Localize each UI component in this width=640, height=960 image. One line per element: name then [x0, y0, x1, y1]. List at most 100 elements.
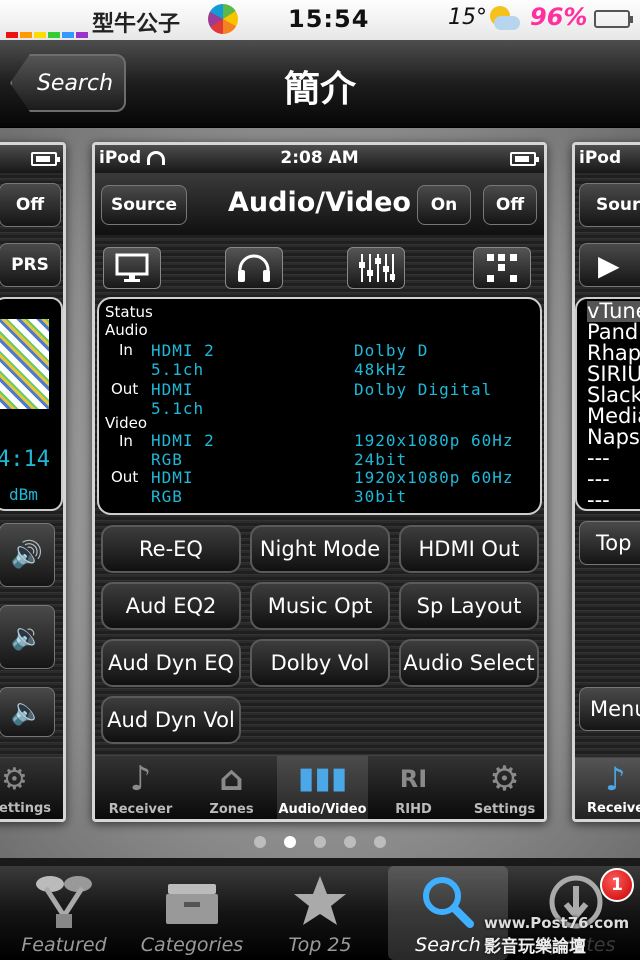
volume-mid-icon: 🔉: [0, 605, 55, 669]
device-tab-bar: ♪ Receiver ⌂ Zones ▮▮▮ Audio/Video RI RI…: [95, 755, 544, 819]
aud-eq2-button[interactable]: Aud EQ2: [101, 582, 241, 630]
audio-label: Audio: [105, 321, 148, 339]
temperature: 15°: [448, 5, 487, 30]
status-panel: Status Audio In HDMI 2 5.1ch Dolby D 48k…: [97, 297, 542, 515]
screenshot-next[interactable]: iPod Sourc ▶ vTune Pand Rhap SIRIU Slack…: [572, 142, 640, 822]
sp-layout-button[interactable]: Sp Layout: [399, 582, 539, 630]
source-list-item: Pand: [587, 320, 639, 344]
status-label: Status: [105, 303, 153, 321]
weather-icon: [488, 6, 520, 32]
screenshot-previous[interactable]: Off PRS 4:14 dBm 🔊 🔉 🔈 ⚙ ettings: [0, 142, 66, 822]
clock: 15:54: [288, 5, 370, 33]
page-dot-active: [284, 836, 296, 848]
hdmi-out-button[interactable]: HDMI Out: [399, 525, 539, 573]
tab-zones[interactable]: ⌂ Zones: [186, 756, 277, 819]
album-panel-partial: 4:14 dBm: [0, 297, 63, 511]
apple-logo-icon: [208, 4, 238, 34]
device-battery-icon: [510, 152, 539, 166]
video-in-label: In: [119, 432, 133, 450]
tab-settings-label: Settings: [473, 802, 536, 817]
page-dot: [374, 836, 386, 848]
star-icon: [294, 876, 346, 925]
tab-zones-label: Zones: [209, 802, 254, 817]
updates-badge: 1: [600, 868, 634, 902]
tab-receiver[interactable]: ♪ Receiver: [95, 756, 186, 819]
house-icon: ⌂: [219, 759, 244, 799]
monitor-icon[interactable]: [103, 247, 161, 289]
page-dot: [254, 836, 266, 848]
bar-graph-icon: ▮▮▮: [297, 761, 348, 796]
page-indicator[interactable]: [0, 836, 640, 852]
night-mode-button[interactable]: Night Mode: [250, 525, 390, 573]
video-label: Video: [105, 414, 148, 432]
source-button-partial: Sourc: [579, 183, 640, 227]
video-in-color: RGB: [151, 450, 183, 469]
volume-low-icon: 🔈: [0, 687, 55, 737]
tab-featured-label: Featured: [21, 934, 107, 956]
av-toolbar: [95, 237, 544, 293]
video-in-source: HDMI 2: [151, 431, 215, 450]
audio-out-source: HDMI: [151, 380, 194, 399]
tab-rihd[interactable]: RI RIHD: [368, 756, 459, 819]
volume-high-icon: 🔊: [0, 523, 55, 587]
source-list-item: ---: [587, 488, 610, 512]
aud-dyn-eq-button[interactable]: Aud Dyn EQ: [101, 639, 241, 687]
tab-categories[interactable]: Categories: [132, 866, 252, 960]
tab-settings[interactable]: ⚙ Settings: [459, 756, 544, 819]
source-list-item: Rhap: [587, 341, 640, 365]
status-bar: 型牛公子 15:54 15° 96%: [0, 0, 640, 40]
re-eq-button[interactable]: Re-EQ: [101, 525, 241, 573]
signal-dbm: dBm: [9, 485, 38, 504]
device-time: 2:08 AM: [280, 148, 359, 168]
audio-out-format: Dolby Digital: [354, 380, 493, 399]
search-icon: [423, 877, 474, 928]
settings-gear-icon: ⚙: [1, 762, 28, 797]
music-opt-button[interactable]: Music Opt: [250, 582, 390, 630]
source-list-partial: vTune Pand Rhap SIRIU Slack Media Naps -…: [575, 297, 640, 511]
track-time: 4:14: [0, 447, 50, 472]
dolby-vol-button[interactable]: Dolby Vol: [250, 639, 390, 687]
top-button-partial: Top: [579, 521, 640, 565]
screenshot-current[interactable]: iPod 2:08 AM Source Audio/Video On Off S…: [92, 142, 547, 822]
source-list-item: ---: [587, 467, 610, 491]
tab-featured[interactable]: Featured: [4, 866, 124, 960]
ri-logo-icon: RI: [399, 765, 428, 793]
source-list-item: Media: [587, 404, 640, 428]
watermark-text: 影音玩樂論壇: [484, 937, 586, 957]
av-title: Audio/Video: [228, 187, 411, 218]
album-art: [0, 319, 49, 409]
video-out-color: RGB: [151, 487, 183, 506]
tab-audio-video-label: Audio/Video: [278, 802, 367, 817]
equalizer-icon[interactable]: [347, 247, 405, 289]
gear-icon: ⚙: [489, 759, 520, 799]
tab-rihd-label: RIHD: [395, 802, 432, 817]
aud-dyn-vol-button[interactable]: Aud Dyn Vol: [101, 696, 241, 744]
surround-speakers-icon[interactable]: [473, 247, 531, 289]
prs-button-partial: PRS: [0, 243, 61, 287]
off-button-partial: Off: [0, 183, 61, 227]
power-on-button[interactable]: On: [417, 185, 471, 225]
tab-top-25[interactable]: Top 25: [260, 866, 380, 960]
source-list-item: Slack: [587, 383, 640, 407]
tab-top-25-label: Top 25: [288, 934, 352, 956]
headphones-icon[interactable]: [225, 247, 283, 289]
tab-audio-video[interactable]: ▮▮▮ Audio/Video: [277, 756, 368, 819]
video-out-resolution: 1920x1080p 60Hz: [354, 468, 514, 487]
video-in-depth: 24bit: [354, 450, 408, 469]
audio-in-format: Dolby D: [354, 341, 429, 360]
audio-select-button[interactable]: Audio Select: [399, 639, 539, 687]
source-list-item: SIRIU: [587, 362, 640, 386]
source-list-item: vTune: [587, 301, 640, 322]
av-header: Source Audio/Video On Off: [95, 173, 544, 235]
featured-icon: [36, 876, 92, 928]
video-out-source: HDMI: [151, 468, 194, 487]
audio-in-rate: 48kHz: [354, 360, 408, 379]
menu-button-partial: Menu: [579, 687, 640, 731]
video-in-resolution: 1920x1080p 60Hz: [354, 431, 514, 450]
battery-icon: [594, 10, 633, 28]
video-out-depth: 30bit: [354, 487, 408, 506]
carrier-name: 型牛公子: [92, 12, 181, 37]
music-note-icon: ♪: [129, 759, 152, 799]
power-off-button[interactable]: Off: [483, 185, 537, 225]
watermark-url: www.Post76.com: [484, 914, 630, 932]
